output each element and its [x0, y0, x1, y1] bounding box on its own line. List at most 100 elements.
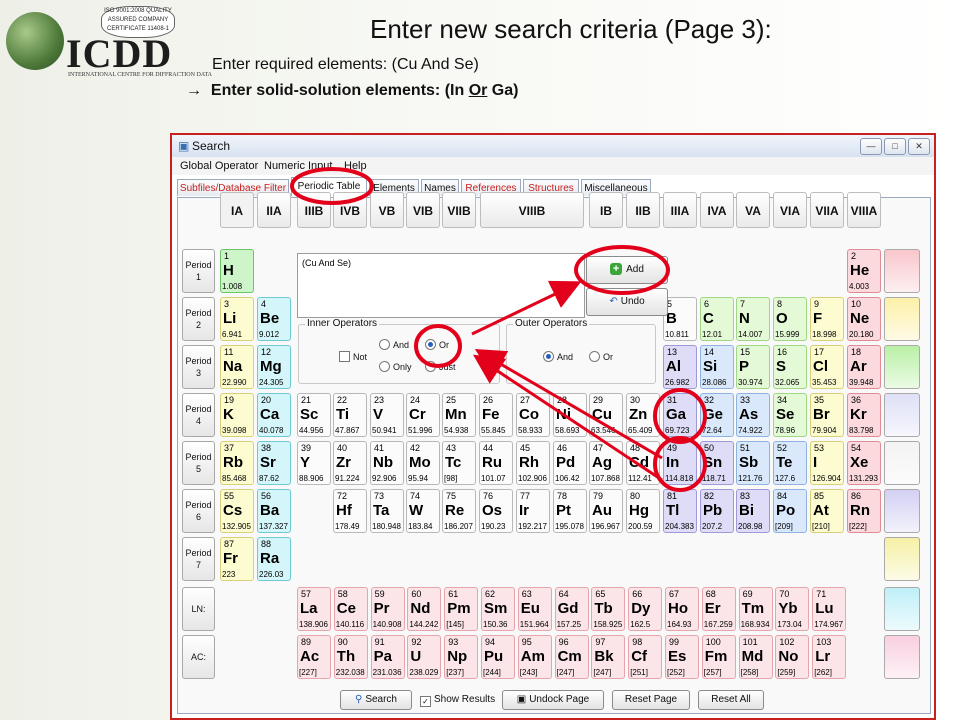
- group-header-iiia[interactable]: IIIA: [663, 192, 697, 228]
- period-button-3[interactable]: Period 3: [182, 345, 215, 389]
- reset-all-button[interactable]: Reset All: [698, 690, 764, 710]
- element-tc[interactable]: 43 Tc [98]: [442, 441, 476, 485]
- menu-numeric-input[interactable]: Numeric Input: [264, 160, 332, 172]
- element-n[interactable]: 7 N 14.007: [736, 297, 770, 341]
- search-button[interactable]: ⚲ Search: [340, 690, 412, 710]
- undo-button[interactable]: ↶ Undo: [586, 288, 668, 316]
- element-cf[interactable]: 98 Cf [251]: [628, 635, 663, 679]
- group-header-viiia[interactable]: VIIIA: [847, 192, 881, 228]
- element-he[interactable]: 2 He 4.003: [847, 249, 881, 293]
- element-ni[interactable]: 28 Ni 58.693: [553, 393, 587, 437]
- element-ru[interactable]: 44 Ru 101.07: [479, 441, 513, 485]
- element-in[interactable]: 49 In 114.818: [663, 441, 697, 485]
- element-tm[interactable]: 69 Tm 168.934: [738, 587, 773, 631]
- element-lu[interactable]: 71 Lu 174.967: [812, 587, 847, 631]
- element-er[interactable]: 68 Er 167.259: [701, 587, 736, 631]
- close-button[interactable]: ✕: [908, 138, 930, 155]
- element-pb[interactable]: 82 Pb 207.2: [700, 489, 734, 533]
- element-sc[interactable]: 21 Sc 44.956: [297, 393, 331, 437]
- element-hf[interactable]: 72 Hf 178.49: [333, 489, 367, 533]
- element-xe[interactable]: 54 Xe 131.293: [847, 441, 881, 485]
- element-o[interactable]: 8 O 15.999: [773, 297, 807, 341]
- element-s[interactable]: 16 S 32.065: [773, 345, 807, 389]
- element-dy[interactable]: 66 Dy 162.5: [628, 587, 663, 631]
- element-po[interactable]: 84 Po [209]: [773, 489, 807, 533]
- element-pa[interactable]: 91 Pa 231.036: [370, 635, 405, 679]
- element-ne[interactable]: 10 Ne 20.180: [847, 297, 881, 341]
- element-y[interactable]: 39 Y 88.906: [297, 441, 331, 485]
- period-button-8[interactable]: LN:: [182, 587, 215, 631]
- group-header-vb[interactable]: VB: [370, 192, 404, 228]
- element-sm[interactable]: 62 Sm 150.36: [481, 587, 515, 631]
- element-zr[interactable]: 40 Zr 91.224: [333, 441, 367, 485]
- element-cu[interactable]: 29 Cu 63.546: [589, 393, 623, 437]
- group-header-ib[interactable]: IB: [589, 192, 623, 228]
- element-fm[interactable]: 100 Fm [257]: [701, 635, 736, 679]
- element-nd[interactable]: 60 Nd 144.242: [407, 587, 442, 631]
- element-ti[interactable]: 22 Ti 47.867: [333, 393, 367, 437]
- menu-help[interactable]: Help: [344, 160, 367, 172]
- legend-swatch-green[interactable]: [884, 345, 920, 389]
- element-sb[interactable]: 51 Sb 121.76: [736, 441, 770, 485]
- element-mg[interactable]: 12 Mg 24.305: [257, 345, 291, 389]
- element-os[interactable]: 76 Os 190.23: [479, 489, 513, 533]
- element-gd[interactable]: 64 Gd 157.25: [554, 587, 589, 631]
- element-se[interactable]: 34 Se 78.96: [773, 393, 807, 437]
- element-ag[interactable]: 47 Ag 107.868: [589, 441, 623, 485]
- show-results-checkbox[interactable]: ✓ Show Results: [420, 694, 495, 707]
- element-pm[interactable]: 61 Pm [145]: [444, 587, 479, 631]
- inner-or-radio[interactable]: Or: [425, 339, 449, 350]
- element-am[interactable]: 95 Am [243]: [517, 635, 552, 679]
- inner-only-radio[interactable]: Only: [379, 361, 412, 372]
- add-button[interactable]: + Add: [586, 256, 668, 284]
- element-la[interactable]: 57 La 138.906: [297, 587, 331, 631]
- legend-swatch-rose[interactable]: [884, 249, 920, 293]
- element-fr[interactable]: 87 Fr 223: [220, 537, 254, 581]
- not-checkbox[interactable]: Not: [339, 351, 367, 362]
- group-header-iia[interactable]: IIA: [257, 192, 291, 228]
- element-fe[interactable]: 26 Fe 55.845: [479, 393, 513, 437]
- legend-swatch-gold[interactable]: [884, 537, 920, 581]
- period-button-4[interactable]: Period 4: [182, 393, 215, 437]
- element-at[interactable]: 85 At [210]: [810, 489, 844, 533]
- element-br[interactable]: 35 Br 79.904: [810, 393, 844, 437]
- group-header-iib[interactable]: IIB: [626, 192, 660, 228]
- group-header-iiib[interactable]: IIIB: [297, 192, 331, 228]
- undock-page-button[interactable]: ▣ Undock Page: [502, 690, 604, 710]
- element-hg[interactable]: 80 Hg 200.59: [626, 489, 660, 533]
- outer-or-radio[interactable]: Or: [589, 351, 613, 362]
- reset-page-button[interactable]: Reset Page: [612, 690, 690, 710]
- element-rb[interactable]: 37 Rb 85.468: [220, 441, 254, 485]
- element-sn[interactable]: 50 Sn 118.71: [700, 441, 734, 485]
- element-f[interactable]: 9 F 18.998: [810, 297, 844, 341]
- element-w[interactable]: 74 W 183.84: [406, 489, 440, 533]
- element-i[interactable]: 53 I 126.904: [810, 441, 844, 485]
- element-c[interactable]: 6 C 12.01: [700, 297, 734, 341]
- element-p[interactable]: 15 P 30.974: [736, 345, 770, 389]
- element-cd[interactable]: 48 Cd 112.41: [626, 441, 660, 485]
- minimize-button[interactable]: —: [860, 138, 882, 155]
- element-pd[interactable]: 46 Pd 106.42: [553, 441, 587, 485]
- element-u[interactable]: 92 U 238.029: [407, 635, 442, 679]
- group-header-viiib[interactable]: VIIIB: [480, 192, 584, 228]
- group-header-iva[interactable]: IVA: [700, 192, 734, 228]
- element-lr[interactable]: 103 Lr [262]: [812, 635, 847, 679]
- inner-just-radio[interactable]: Just: [425, 361, 456, 372]
- legend-swatch-white[interactable]: [884, 441, 920, 485]
- element-md[interactable]: 101 Md [258]: [738, 635, 773, 679]
- element-no[interactable]: 102 No [259]: [775, 635, 810, 679]
- element-ar[interactable]: 18 Ar 39.948: [847, 345, 881, 389]
- element-co[interactable]: 27 Co 58.933: [516, 393, 550, 437]
- element-ga[interactable]: 31 Ga 69.723: [663, 393, 697, 437]
- period-button-9[interactable]: AC:: [182, 635, 215, 679]
- element-cl[interactable]: 17 Cl 35.453: [810, 345, 844, 389]
- element-mn[interactable]: 25 Mn 54.938: [442, 393, 476, 437]
- element-es[interactable]: 99 Es [252]: [665, 635, 699, 679]
- element-th[interactable]: 90 Th 232.038: [333, 635, 368, 679]
- element-tl[interactable]: 81 Tl 204.383: [663, 489, 697, 533]
- element-rh[interactable]: 45 Rh 102.906: [516, 441, 550, 485]
- legend-swatch-yellow[interactable]: [884, 297, 920, 341]
- element-ra[interactable]: 88 Ra 226.03: [257, 537, 291, 581]
- element-np[interactable]: 93 Np [237]: [444, 635, 479, 679]
- period-button-2[interactable]: Period 2: [182, 297, 215, 341]
